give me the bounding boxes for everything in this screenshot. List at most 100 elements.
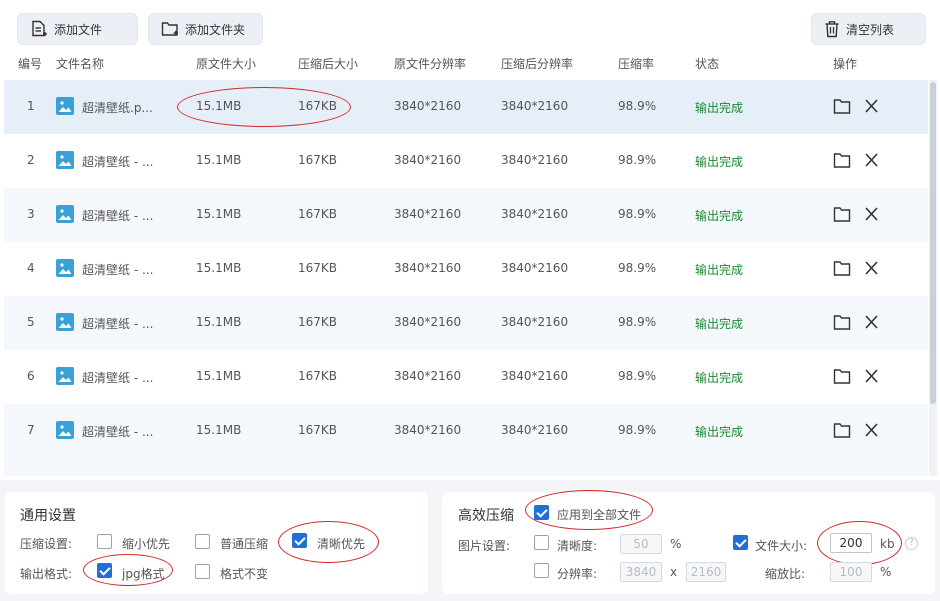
file-name: 超清壁纸 - ... (82, 425, 154, 439)
remove-icon[interactable] (864, 421, 880, 442)
original-resolution: 3840*2160 (394, 261, 462, 275)
table-body: 1 超清壁纸.p... 15.1MB 167KB 3840*2160 3840*2160 9… (4, 80, 928, 476)
file-size-label: 文件大小: (755, 539, 808, 553)
original-resolution: 3840*2160 (394, 369, 462, 383)
scrollbar-thumb[interactable] (930, 82, 936, 404)
compressed-resolution: 3840*2160 (501, 153, 569, 167)
file-name: 超清壁纸 - ... (82, 317, 154, 331)
col-header-ratio: 压缩率 (618, 57, 655, 71)
status-text: 输出完成 (695, 155, 744, 169)
table-row[interactable]: 5 超清壁纸 - ... 15.1MB 167KB 3840*2160 3840*2160… (4, 296, 928, 350)
file-size-input[interactable]: 200 (830, 533, 872, 553)
apply-all-checkbox[interactable] (534, 505, 549, 520)
row-number: 1 (27, 99, 35, 113)
efficient-compress-panel: 高效压缩 应用到全部文件 图片设置: 清晰度: 50 % 文件大小: 200 k… (442, 490, 935, 594)
table-row[interactable]: 2 超清壁纸 - ... 15.1MB 167KB 3840*2160 3840*2160… (4, 134, 928, 188)
clarity-priority-label: 清晰优先 (317, 537, 366, 551)
col-header-status: 状态 (695, 57, 720, 71)
size-priority-label: 缩小优先 (122, 537, 171, 551)
efficient-compress-title: 高效压缩 (458, 508, 514, 524)
remove-icon[interactable] (864, 259, 880, 280)
clear-list-button[interactable]: 清空列表 (811, 13, 926, 45)
compressed-size: 167KB (298, 261, 338, 275)
keep-format-label: 格式不变 (220, 567, 269, 581)
open-folder-icon[interactable] (833, 151, 851, 172)
table-row[interactable]: 1 超清壁纸.p... 15.1MB 167KB 3840*2160 3840*2160 9… (4, 80, 928, 134)
image-file-icon (56, 367, 74, 385)
original-resolution: 3840*2160 (394, 423, 462, 437)
original-size: 15.1MB (196, 153, 242, 167)
trash-icon (825, 21, 839, 38)
remove-icon[interactable] (864, 313, 880, 334)
col-header-original-size: 原文件大小 (196, 57, 257, 71)
table-row[interactable]: 4 超清壁纸 - ... 15.1MB 167KB 3840*2160 3840*2160… (4, 242, 928, 296)
open-folder-icon[interactable] (833, 421, 851, 442)
compressed-size: 167KB (298, 153, 338, 167)
jpg-format-checkbox[interactable] (97, 563, 112, 578)
open-folder-icon[interactable] (833, 97, 851, 118)
normal-compress-checkbox[interactable] (195, 534, 210, 549)
file-name: 超清壁纸 - ... (82, 263, 154, 277)
original-size: 15.1MB (196, 315, 242, 329)
row-number: 4 (27, 261, 35, 275)
image-file-icon (56, 97, 74, 115)
status-text: 输出完成 (695, 209, 744, 223)
help-icon[interactable]: ? (905, 537, 918, 550)
col-header-filename: 文件名称 (56, 57, 105, 71)
remove-icon[interactable] (864, 205, 880, 226)
compressed-resolution: 3840*2160 (501, 207, 569, 221)
size-priority-checkbox[interactable] (97, 534, 112, 549)
original-size: 15.1MB (196, 261, 242, 275)
resolution-height-input[interactable]: 2160 (686, 562, 726, 582)
add-file-button[interactable]: 添加文件 (17, 13, 138, 45)
clarity-priority-checkbox[interactable] (292, 533, 307, 548)
compressed-size: 167KB (298, 423, 338, 437)
image-file-icon (56, 421, 74, 439)
compressed-resolution: 3840*2160 (501, 315, 569, 329)
open-folder-icon[interactable] (833, 205, 851, 226)
table-header: 编号 文件名称 原文件大小 压缩后大小 原文件分辨率 压缩后分辨率 压缩率 状态… (0, 52, 940, 74)
original-size: 15.1MB (196, 207, 242, 221)
compression-ratio: 98.9% (618, 423, 657, 437)
table-row[interactable]: 3 超清壁纸 - ... 15.1MB 167KB 3840*2160 3840*2160… (4, 188, 928, 242)
scale-percent-unit: % (880, 565, 892, 579)
clear-list-label: 清空列表 (846, 22, 895, 37)
clarity-input[interactable]: 50 (620, 534, 662, 554)
add-folder-button[interactable]: 添加文件夹 (148, 13, 263, 45)
file-size-checkbox[interactable] (733, 535, 748, 550)
general-settings-title: 通用设置 (20, 508, 76, 524)
remove-icon[interactable] (864, 367, 880, 388)
table-row[interactable]: 6 超清壁纸 - ... 15.1MB 167KB 3840*2160 3840*2160… (4, 350, 928, 404)
original-size: 15.1MB (196, 369, 242, 383)
status-text: 输出完成 (695, 317, 744, 331)
clarity-percent-unit: % (670, 537, 682, 551)
table-row-partial[interactable] (4, 458, 928, 476)
remove-icon[interactable] (864, 151, 880, 172)
compression-ratio: 98.9% (618, 207, 657, 221)
keep-format-checkbox[interactable] (195, 564, 210, 579)
image-file-icon (56, 151, 74, 169)
compression-ratio: 98.9% (618, 153, 657, 167)
resolution-checkbox[interactable] (534, 563, 549, 578)
open-folder-icon[interactable] (833, 313, 851, 334)
table-row[interactable]: 7 超清壁纸 - ... 15.1MB 167KB 3840*2160 3840*2160… (4, 404, 928, 458)
scale-input[interactable]: 100 (830, 562, 872, 582)
compress-setting-label: 压缩设置: (20, 537, 73, 551)
compression-ratio: 98.9% (618, 261, 657, 275)
resolution-x: x (670, 565, 678, 579)
resolution-width-input[interactable]: 3840 (620, 562, 662, 582)
compressed-size: 167KB (298, 99, 338, 113)
add-folder-label: 添加文件夹 (185, 22, 246, 37)
scale-label: 缩放比: (765, 567, 806, 581)
normal-compress-label: 普通压缩 (220, 537, 269, 551)
open-folder-icon[interactable] (833, 367, 851, 388)
row-number: 5 (27, 315, 35, 329)
compressed-resolution: 3840*2160 (501, 99, 569, 113)
row-number: 2 (27, 153, 35, 167)
remove-icon[interactable] (864, 97, 880, 118)
col-header-number: 编号 (18, 57, 43, 71)
image-file-icon (56, 259, 74, 277)
clarity-checkbox[interactable] (534, 535, 549, 550)
open-folder-icon[interactable] (833, 259, 851, 280)
status-text: 输出完成 (695, 263, 744, 277)
